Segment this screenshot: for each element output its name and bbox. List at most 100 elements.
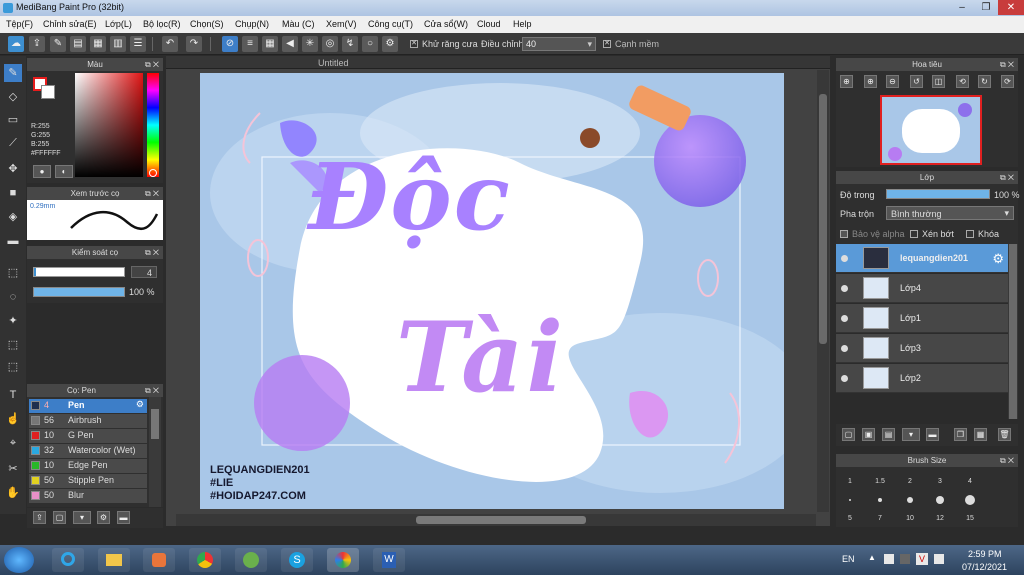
circle-snap-icon[interactable]: ◎: [322, 36, 338, 52]
add-brush-icon[interactable]: ⇪: [33, 511, 46, 524]
delete-layer-icon[interactable]: 🗑: [998, 428, 1011, 441]
antialias-checkbox[interactable]: ✕: [410, 40, 418, 48]
brush-settings-icon[interactable]: ⚙: [97, 511, 110, 524]
brush-size-field[interactable]: 4: [131, 266, 157, 278]
panel-popout-icon[interactable]: ⧉ ✕: [145, 58, 159, 71]
brush-size-dot[interactable]: [907, 497, 913, 503]
document-canvas[interactable]: Độc Tài LEQUANGDIEN201 #LIE #HOIDAP247.C…: [200, 73, 784, 509]
list-icon[interactable]: ☰: [130, 36, 146, 52]
brush-folder-icon[interactable]: ▬: [117, 511, 130, 524]
scrollbar-thumb[interactable]: [819, 94, 827, 344]
layer-visibility-icon[interactable]: [841, 345, 848, 352]
settings-gear-icon[interactable]: ⚙: [382, 36, 398, 52]
layer-row[interactable]: Lớp1: [836, 304, 1008, 333]
comment-icon[interactable]: ✎: [50, 36, 66, 52]
menu-file[interactable]: Tệp(F): [6, 19, 33, 29]
menu-view[interactable]: Xem(V): [326, 19, 357, 29]
panel-popout-icon[interactable]: ⧉ ✕: [1000, 171, 1014, 184]
clipping-checkbox[interactable]: [910, 230, 918, 238]
vanish-snap-icon[interactable]: ◀: [282, 36, 298, 52]
layer-row[interactable]: Lớp4: [836, 274, 1008, 303]
brush-size-slider[interactable]: [33, 267, 125, 277]
rotate-left-icon[interactable]: ↺: [910, 75, 923, 88]
blend-mode-select[interactable]: Bình thường ▾: [886, 206, 1014, 220]
menu-help[interactable]: Help: [513, 19, 532, 29]
hue-slider-handle[interactable]: [149, 169, 157, 177]
zoom-plus-icon[interactable]: ⊕: [864, 75, 877, 88]
curve-snap-icon[interactable]: ↯: [342, 36, 358, 52]
dropper-tool-icon[interactable]: ⌖: [4, 434, 22, 452]
brush-item[interactable]: 4 Pen ⚙: [29, 399, 147, 413]
ellipse-snap-icon[interactable]: ○: [362, 36, 378, 52]
new-brush-icon[interactable]: ▢: [53, 511, 66, 524]
hand-tool-icon[interactable]: ✋: [4, 484, 22, 502]
layer-row[interactable]: lequangdien201 ⚙: [836, 244, 1008, 273]
bucket-tool-icon[interactable]: ◈: [4, 208, 22, 226]
menu-tools[interactable]: Công cụ(T): [368, 19, 413, 29]
saturation-value-picker[interactable]: [75, 73, 143, 177]
panel-popout-icon[interactable]: ⧉ ✕: [1000, 58, 1014, 71]
input-language[interactable]: EN: [842, 554, 855, 564]
brush-item[interactable]: 50 Stipple Pen: [29, 474, 147, 488]
brush-item[interactable]: 10 G Pen: [29, 429, 147, 443]
menu-edit[interactable]: Chỉnh sửa(E): [43, 19, 97, 29]
doc-icon[interactable]: ▦: [90, 36, 106, 52]
eraser-tool-icon[interactable]: ◇: [4, 88, 22, 106]
brush-opacity-slider[interactable]: [33, 287, 125, 297]
menu-filter[interactable]: Bộ lọc(R): [143, 19, 181, 29]
brush-item[interactable]: 10 Edge Pen: [29, 459, 147, 473]
menu-snap[interactable]: Chụp(N): [235, 19, 269, 29]
select-rect-tool-icon[interactable]: ⬚: [4, 264, 22, 282]
brush-size-dot[interactable]: [936, 496, 944, 504]
menu-window[interactable]: Cửa sổ(W): [424, 19, 468, 29]
menu-cloud[interactable]: Cloud: [477, 19, 501, 29]
scrollbar-thumb[interactable]: [151, 409, 159, 439]
brush-item[interactable]: 56 Airbrush: [29, 414, 147, 428]
medibang-icon[interactable]: [327, 548, 359, 572]
tray-volume-icon[interactable]: [934, 554, 944, 564]
brush-size-dot[interactable]: [849, 499, 851, 501]
media-player-icon[interactable]: [143, 548, 175, 572]
brush-tool-icon[interactable]: ✎: [4, 64, 22, 82]
layer-visibility-icon[interactable]: [841, 285, 848, 292]
layer-visibility-icon[interactable]: [841, 375, 848, 382]
folder-icon[interactable]: ▬: [926, 428, 939, 441]
operation-tool-icon[interactable]: ☝: [4, 410, 22, 428]
navigator-thumbnail[interactable]: [880, 95, 982, 165]
magic-wand-tool-icon[interactable]: ✦: [4, 312, 22, 330]
fill-rect-tool-icon[interactable]: ■: [4, 184, 22, 202]
flip-icon[interactable]: ⟲: [956, 75, 969, 88]
internet-explorer-icon[interactable]: [52, 548, 84, 572]
undo-icon[interactable]: ↶: [162, 36, 178, 52]
close-button[interactable]: ✕: [998, 0, 1024, 15]
sharp-checkbox[interactable]: ✕: [603, 40, 611, 48]
skype-icon[interactable]: S: [281, 548, 313, 572]
tray-arrow-icon[interactable]: ▲: [868, 553, 876, 562]
zoom-out-icon[interactable]: ⊖: [886, 75, 899, 88]
menu-select[interactable]: Chọn(S): [190, 19, 224, 29]
adjust-field[interactable]: 40 ▾: [522, 37, 596, 51]
brush-list-scrollbar[interactable]: [149, 397, 161, 507]
layer-visibility-icon[interactable]: [841, 315, 848, 322]
layer-list-scrollbar[interactable]: [1008, 244, 1018, 419]
color-palette-icon[interactable]: ●: [33, 165, 51, 178]
brush-item[interactable]: 50 Blur: [29, 489, 147, 503]
file-explorer-icon[interactable]: [98, 548, 130, 572]
rectangle-tool-icon[interactable]: ▭: [4, 111, 22, 129]
grid-icon[interactable]: ▥: [110, 36, 126, 52]
move-tool-icon[interactable]: ✥: [4, 160, 22, 178]
panel-popout-icon[interactable]: ⧉ ✕: [145, 246, 159, 259]
canvas-horizontal-scrollbar[interactable]: [176, 514, 816, 526]
document-tab[interactable]: Untitled: [318, 58, 349, 68]
divide-tool-icon[interactable]: ✂: [4, 460, 22, 478]
add-layer-menu-icon[interactable]: ▾: [902, 428, 920, 441]
lasso-tool-icon[interactable]: ◌: [4, 288, 22, 306]
page-icon[interactable]: ▤: [70, 36, 86, 52]
new-8bit-layer-icon[interactable]: ▤: [882, 428, 895, 441]
new-halftone-layer-icon[interactable]: ▣: [862, 428, 875, 441]
layer-settings-gear-icon[interactable]: ⚙: [992, 251, 1004, 267]
panel-popout-icon[interactable]: ⧉ ✕: [1000, 454, 1014, 467]
merge-layer-icon[interactable]: ▦: [974, 428, 987, 441]
brush-size-dot[interactable]: [878, 498, 882, 502]
rotate-right-icon[interactable]: ↻: [978, 75, 991, 88]
